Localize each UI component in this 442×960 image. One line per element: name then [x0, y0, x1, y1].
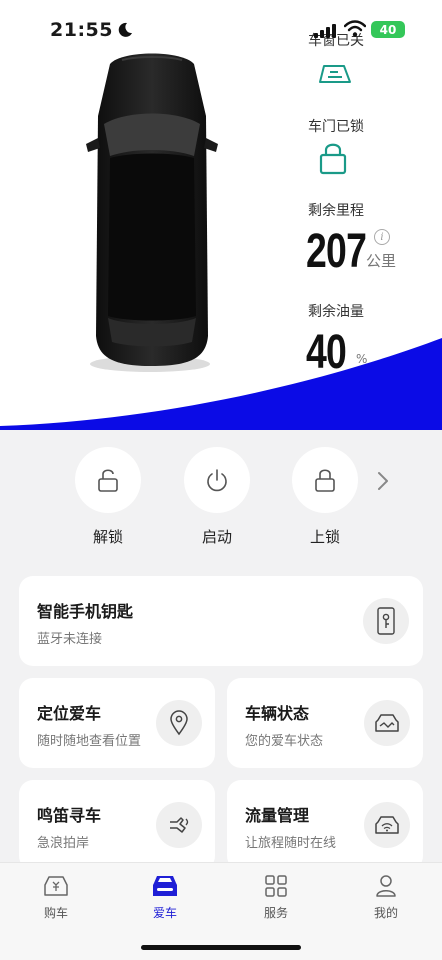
car-wifi-icon — [375, 816, 399, 834]
vehicle-status-icon-wrap — [364, 700, 410, 746]
horn-icon — [170, 817, 189, 833]
vehicle-hero: 车窗已关 车门已锁 剩余里程 207 i 公里 剩余油量 40 % 21:55 — [0, 0, 442, 430]
moon-icon — [118, 22, 132, 37]
tab-my-car[interactable]: 爱车 — [135, 873, 195, 921]
fuel-value: 40 — [306, 326, 347, 379]
phone-key-card[interactable]: 智能手机钥匙 蓝牙未连接 — [19, 576, 423, 666]
clock: 21:55 — [50, 19, 133, 41]
tab-buy-car[interactable]: 购车 — [26, 873, 86, 921]
lock-action[interactable]: 上锁 — [292, 447, 358, 547]
wifi-icon — [344, 20, 366, 37]
my-car-icon — [153, 876, 177, 896]
unlock-label: 解锁 — [92, 528, 123, 546]
info-icon[interactable]: i — [374, 229, 390, 245]
locate-car-subtitle: 随时随地查看位置 — [37, 734, 142, 749]
vehicle-status-title: 车辆状态 — [245, 704, 310, 723]
fuel-label: 剩余油量 — [308, 304, 364, 320]
window-icon — [319, 65, 351, 83]
horn-find-card[interactable]: 鸣笛寻车 急浪拍岸 — [19, 780, 215, 870]
car-top-view-image — [86, 53, 218, 372]
lock-button[interactable] — [292, 447, 358, 513]
range-value: 207 — [306, 225, 367, 278]
door-status-label: 车门已锁 — [308, 119, 364, 135]
home-indicator[interactable] — [141, 945, 301, 950]
battery-level: 40 — [379, 22, 397, 37]
unlock-button[interactable] — [75, 447, 141, 513]
range-label: 剩余里程 — [308, 203, 364, 219]
status-bar: 21:55 40 — [0, 0, 442, 60]
start-label: 启动 — [201, 528, 232, 546]
range-unit: 公里 — [366, 252, 397, 270]
tab-service-label: 服务 — [263, 906, 288, 920]
cellular-signal-icon — [314, 22, 336, 38]
tab-service[interactable]: 服务 — [246, 873, 306, 921]
battery-indicator: 40 — [371, 21, 405, 38]
tab-buy-car-label: 购车 — [43, 906, 68, 920]
chevron-right-icon[interactable] — [374, 468, 392, 494]
unlock-icon — [98, 469, 118, 492]
lock-label: 上锁 — [309, 528, 340, 546]
phone-key-icon-wrap — [363, 598, 409, 644]
tab-my-car-label: 爱车 — [152, 906, 177, 920]
fuel-unit: % — [356, 352, 368, 366]
phone-key-title: 智能手机钥匙 — [37, 602, 134, 621]
lock-icon — [315, 469, 335, 492]
locate-car-card[interactable]: 定位爱车 随时随地查看位置 — [19, 678, 215, 768]
locate-car-title: 定位爱车 — [37, 704, 102, 723]
lock-icon — [319, 143, 347, 175]
car-status-icon — [375, 714, 399, 732]
phone-key-subtitle: 蓝牙未连接 — [37, 632, 103, 647]
profile-icon — [376, 875, 396, 897]
start-button[interactable] — [184, 447, 250, 513]
horn-icon-wrap — [156, 802, 202, 848]
tab-mine[interactable]: 我的 — [356, 873, 416, 921]
data-traffic-card[interactable]: 流量管理 让旅程随时在线 — [227, 780, 423, 870]
buy-car-icon — [44, 876, 68, 896]
horn-find-subtitle: 急浪拍岸 — [37, 836, 90, 851]
service-grid-icon — [265, 875, 287, 897]
power-icon — [207, 469, 227, 492]
clock-time: 21:55 — [50, 19, 113, 41]
tab-mine-label: 我的 — [373, 906, 398, 920]
location-icon-wrap — [156, 700, 202, 746]
location-pin-icon — [170, 710, 188, 736]
vehicle-status-subtitle: 您的爱车状态 — [245, 734, 324, 749]
phone-key-icon — [377, 607, 395, 635]
start-action[interactable]: 启动 — [184, 447, 250, 547]
data-traffic-subtitle: 让旅程随时在线 — [245, 836, 337, 851]
vehicle-status-card[interactable]: 车辆状态 您的爱车状态 — [227, 678, 423, 768]
horn-find-title: 鸣笛寻车 — [37, 806, 102, 825]
unlock-action[interactable]: 解锁 — [75, 447, 141, 547]
traffic-icon-wrap — [364, 802, 410, 848]
data-traffic-title: 流量管理 — [245, 806, 310, 825]
